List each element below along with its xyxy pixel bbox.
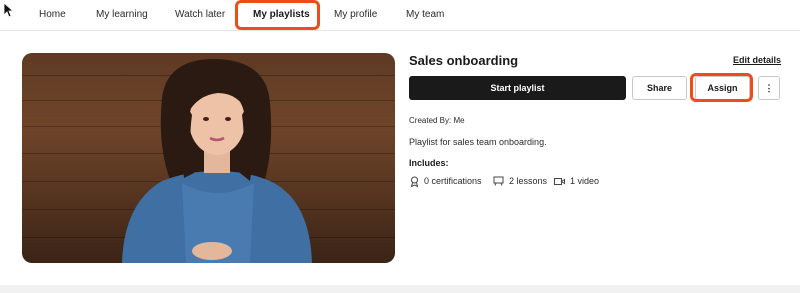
lessons-count: 2 lessons: [509, 176, 548, 186]
page-footer-band: [0, 285, 800, 293]
lesson-icon: [493, 176, 504, 186]
share-button[interactable]: Share: [632, 76, 687, 100]
includes-videos: 1 video: [554, 175, 599, 187]
top-navigation: Home My learning Watch later My playlist…: [0, 0, 800, 31]
video-icon: [554, 177, 565, 185]
more-options-button[interactable]: ⋮: [758, 76, 780, 100]
certifications-count: 0 certifications: [424, 176, 482, 186]
videos-count: 1 video: [570, 176, 600, 186]
playlist-description: Playlist for sales team onboarding.: [409, 137, 547, 147]
includes-certifications: 0 certifications: [410, 175, 482, 187]
includes-heading: Includes:: [409, 158, 449, 168]
tab-watch-later[interactable]: Watch later: [175, 0, 225, 30]
edit-details-link[interactable]: Edit details: [733, 55, 781, 65]
start-playlist-button[interactable]: Start playlist: [409, 76, 626, 100]
more-vertical-icon: ⋮: [764, 82, 774, 93]
includes-lessons: 2 lessons: [493, 175, 547, 187]
presenter-image: [122, 58, 312, 263]
certificate-icon: [410, 176, 419, 187]
tab-my-playlists[interactable]: My playlists: [253, 0, 310, 30]
tab-my-team[interactable]: My team: [406, 0, 444, 30]
assign-button[interactable]: Assign: [695, 76, 750, 100]
playlist-video-thumbnail[interactable]: [22, 53, 395, 263]
tab-my-learning[interactable]: My learning: [96, 0, 148, 30]
playlist-title: Sales onboarding: [409, 53, 519, 68]
tab-home[interactable]: Home: [39, 0, 66, 30]
tab-my-profile[interactable]: My profile: [334, 0, 377, 30]
created-by-text: Created By: Me: [409, 116, 465, 125]
